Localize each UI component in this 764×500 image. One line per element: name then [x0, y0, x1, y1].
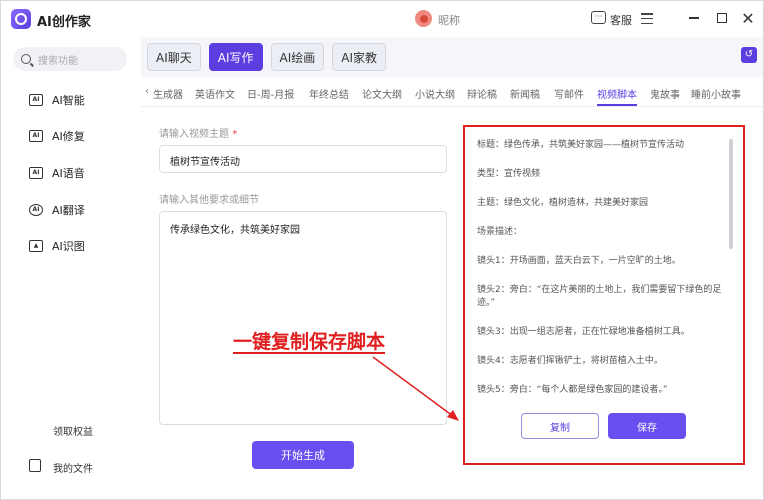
script-output: 标题：绿色传承，共筑美好家园——植树节宣传活动 类型：宣传视频 主题：绿色文化，… [477, 139, 729, 413]
topic-label-text: 请输入视频主题 [159, 129, 229, 140]
customer-service-button[interactable]: 客服 [610, 12, 632, 28]
subnav-item-novel-outline[interactable]: 小说大纲 [415, 86, 455, 101]
tab-ai-drawing[interactable]: AI绘画 [270, 43, 325, 71]
customer-service-icon[interactable]: ··· [591, 11, 606, 24]
script-line: 标题：绿色传承，共筑美好家园——植树节宣传活动 [477, 140, 685, 150]
claim-rights-button[interactable]: 领取权益 [53, 423, 93, 438]
topic-label: 请输入视频主题 * [159, 125, 237, 140]
search-input[interactable]: 搜索功能 [13, 47, 127, 71]
details-label: 请输入其他要求或细节 [159, 195, 259, 206]
script-line: 镜头2：旁白：“在这片美丽的土地上，我们需要留下绿色的足迹。” [477, 285, 722, 308]
sidebar-item-ai-recognize[interactable]: ▲ AI识图 [29, 237, 85, 255]
script-line: 镜头4：志愿者们挥锹铲土，将树苗植入土中。 [477, 356, 663, 366]
collapse-icon[interactable]: ↺ [741, 47, 757, 63]
sidebar-item-ai-repair[interactable]: AI AI修复 [29, 127, 85, 145]
ai-chip-icon: AI [29, 94, 43, 106]
subnav-item-debate[interactable]: 辩论稿 [467, 86, 497, 101]
app-title: AI创作家 [37, 15, 91, 30]
file-icon [29, 459, 41, 472]
nickname[interactable]: 昵称 [438, 12, 460, 28]
sidebar-item-label: AI语音 [52, 167, 85, 180]
sidebar-item-label: AI识图 [52, 240, 85, 253]
tab-ai-tutor[interactable]: AI家教 [332, 43, 386, 71]
sidebar-item-ai-translate[interactable]: AI AI翻译 [29, 201, 85, 219]
subnav-item-report[interactable]: 日-周-月报 [247, 86, 294, 101]
sidebar-item-label: AI智能 [52, 94, 85, 107]
subnav-item-generator[interactable]: 生成器 [153, 86, 183, 101]
app-window: AI创作家 昵称 ··· 客服 ✕ 搜索功能 AI AI智能 AI AI修复 A… [0, 0, 764, 500]
subnav-item-bedtime-story[interactable]: 睡前小故事 [691, 86, 741, 101]
image-recognize-icon: ▲ [29, 240, 43, 252]
voice-icon: AI [29, 167, 43, 179]
image-repair-icon: AI [29, 130, 43, 142]
form-area: 请输入视频主题 * 植树节宣传活动 请输入其他要求或细节 传承绿色文化，共筑美好… [141, 107, 763, 499]
subnav-item-paper-outline[interactable]: 论文大纲 [362, 86, 402, 101]
generate-button[interactable]: 开始生成 [252, 441, 354, 469]
search-placeholder: 搜索功能 [38, 55, 78, 67]
subnav-item-ghost-story[interactable]: 鬼故事 [650, 86, 680, 101]
required-mark: * [232, 129, 238, 140]
search-icon [21, 54, 31, 64]
sidebar: 搜索功能 AI AI智能 AI AI修复 AI AI语音 AI AI翻译 ▲ A… [1, 37, 141, 499]
subnav-scroll-left[interactable]: ‹ [145, 86, 149, 97]
script-line: 镜头3：出现一组志愿者，正在忙碌地准备植树工具。 [477, 327, 690, 337]
maximize-icon[interactable] [713, 9, 731, 27]
scrollbar[interactable] [729, 139, 733, 249]
menu-icon[interactable] [641, 13, 653, 24]
result-panel: 标题：绿色传承，共筑美好家园——植树节宣传活动 类型：宣传视频 主题：绿色文化，… [463, 125, 745, 465]
sidebar-item-label: AI修复 [52, 130, 85, 143]
annotation-arrow [372, 356, 459, 421]
sidebar-item-ai-voice[interactable]: AI AI语音 [29, 164, 85, 182]
avatar[interactable] [415, 10, 432, 27]
subnav-item-email[interactable]: 写邮件 [554, 86, 584, 101]
script-line: 场景描述： [477, 227, 523, 237]
save-button[interactable]: 保存 [608, 413, 686, 439]
subnav-item-year-summary[interactable]: 年终总结 [309, 86, 349, 101]
sidebar-item-label: AI翻译 [52, 204, 85, 217]
writing-subnav: ‹ 生成器 英语作文 日-周-月报 年终总结 论文大纲 小说大纲 辩论稿 新闻稿… [141, 77, 763, 107]
copy-button[interactable]: 复制 [521, 413, 599, 439]
sidebar-item-ai-smart[interactable]: AI AI智能 [29, 91, 85, 109]
subnav-item-news[interactable]: 新闻稿 [510, 86, 540, 101]
script-line: 类型：宣传视频 [477, 169, 541, 179]
tab-ai-writing[interactable]: AI写作 [208, 43, 263, 71]
main-content: AI聊天 AI写作 AI绘画 AI家教 ↺ ‹ 生成器 英语作文 日-周-月报 … [141, 37, 763, 499]
active-tab-underline [597, 104, 637, 106]
subnav-item-english-essay[interactable]: 英语作文 [195, 86, 235, 101]
tab-ai-chat[interactable]: AI聊天 [147, 43, 201, 71]
app-logo-icon [11, 9, 31, 29]
close-icon[interactable]: ✕ [739, 9, 757, 28]
script-line: 主题：绿色文化，植树造林，共建美好家园 [477, 198, 649, 208]
mode-tabs: AI聊天 AI写作 AI绘画 AI家教 [147, 43, 386, 71]
title-bar: AI创作家 昵称 ··· 客服 ✕ [1, 1, 763, 37]
script-line: 镜头5：旁白：“每个人都是绿色家园的建设者。” [477, 385, 668, 395]
translate-icon: AI [29, 204, 43, 216]
annotation-text: 一键复制保存脚本 [233, 331, 386, 353]
subnav-item-video-script[interactable]: 视频脚本 [597, 86, 637, 101]
script-line: 镜头1：开场画面，蓝天白云下，一片空旷的土地。 [477, 256, 681, 266]
minimize-icon[interactable] [685, 9, 703, 27]
topic-input[interactable]: 植树节宣传活动 [159, 145, 447, 173]
my-files-button[interactable]: 我的文件 [53, 460, 93, 475]
